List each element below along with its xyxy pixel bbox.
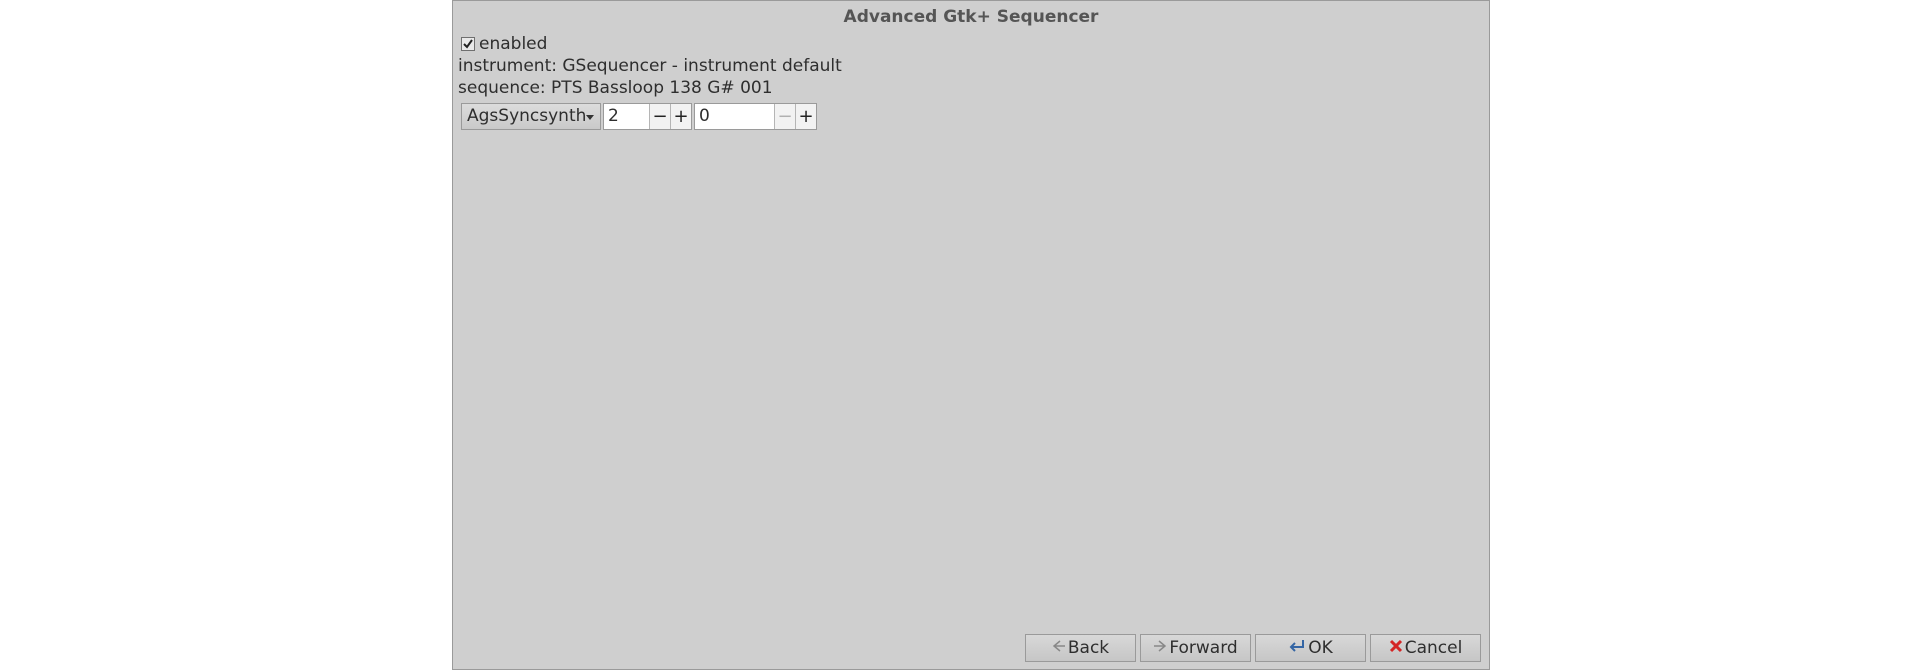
instrument-label: instrument: GSequencer - instrument defa… [458,56,842,76]
check-icon [463,39,473,49]
spin-2-decrement-button[interactable]: − [774,103,795,129]
spin-button-2: 0 − + [694,102,817,130]
spin-1-entry[interactable]: 2 [604,103,649,129]
spin-2-entry[interactable]: 0 [695,103,774,129]
back-arrow-icon [1052,638,1066,658]
cancel-x-icon [1389,638,1403,658]
forward-button[interactable]: Forward [1140,634,1251,662]
spin-1-decrement-button[interactable]: − [649,103,670,129]
dialog-window: Advanced Gtk+ Sequencer enabled instrume… [452,0,1490,670]
back-button[interactable]: Back [1025,634,1136,662]
dialog-content: enabled instrument: GSequencer - instrum… [455,33,1487,130]
spin-2-increment-button[interactable]: + [795,103,816,129]
spin-button-1: 2 − + [603,102,692,130]
ok-button-label: OK [1308,638,1333,658]
spin-1-increment-button[interactable]: + [670,103,691,129]
synth-select[interactable]: AgsSyncsynth [461,102,601,130]
controls-row: AgsSyncsynth 2 − + 0 − + [461,102,1487,130]
chevron-down-icon [586,114,594,120]
enter-icon [1288,638,1306,658]
enabled-label: enabled [479,34,548,54]
action-bar: Back Forward OK Cancel [1021,634,1481,662]
back-button-label: Back [1067,638,1110,658]
enabled-row[interactable]: enabled [461,33,1487,55]
cancel-button[interactable]: Cancel [1370,634,1481,662]
forward-button-label: Forward [1169,638,1238,658]
cancel-button-label: Cancel [1404,638,1463,658]
ok-button[interactable]: OK [1255,634,1366,662]
synth-select-value: AgsSyncsynth [467,106,587,126]
window-title: Advanced Gtk+ Sequencer [843,7,1099,27]
forward-arrow-icon [1153,638,1167,658]
enabled-checkbox[interactable] [461,37,475,51]
sequence-label: sequence: PTS Bassloop 138 G# 001 [458,78,773,98]
